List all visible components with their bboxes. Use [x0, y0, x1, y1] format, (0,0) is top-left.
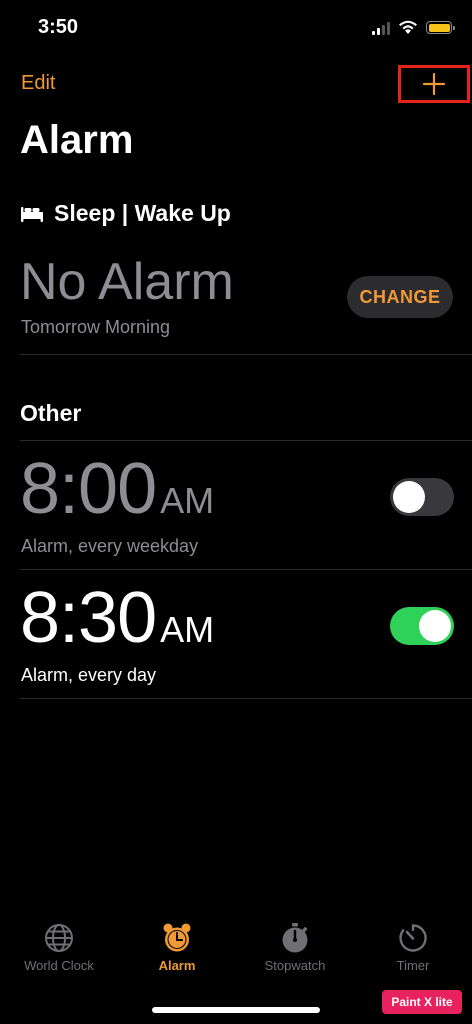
divider — [20, 569, 472, 570]
alarm-time-digits: 8:00 — [20, 449, 157, 529]
other-section-title: Other — [20, 400, 82, 426]
tab-stopwatch[interactable]: Stopwatch — [236, 922, 354, 992]
tab-alarm[interactable]: Alarm — [118, 922, 236, 992]
home-indicator[interactable] — [152, 1007, 320, 1013]
alarm-row[interactable]: 8:00 AM Alarm, every weekday — [0, 442, 472, 570]
divider — [20, 698, 472, 699]
alarm-time-digits: 8:30 — [20, 578, 157, 658]
tab-label: Timer — [396, 958, 430, 973]
sleep-alarm-subtitle: Tomorrow Morning — [21, 317, 171, 337]
sleep-section-title: Sleep | Wake Up — [54, 200, 231, 226]
tab-label: Stopwatch — [264, 958, 326, 973]
alarm-time: 8:30 AM — [20, 577, 214, 659]
divider — [20, 440, 472, 441]
alarm-clock-icon — [163, 923, 191, 952]
globe-icon — [45, 924, 73, 952]
status-bar: 3:50 — [0, 0, 472, 60]
alarm-row[interactable]: 8:30 AM Alarm, every day — [0, 571, 472, 699]
status-time: 3:50 — [38, 16, 79, 38]
divider — [20, 354, 472, 355]
sleep-section-header: Sleep | Wake Up — [20, 200, 231, 227]
alarm-label: Alarm, every weekday — [21, 536, 199, 556]
tab-world-clock[interactable]: World Clock — [0, 922, 118, 992]
edit-button[interactable]: Edit — [21, 72, 55, 95]
tab-timer[interactable]: Timer — [354, 922, 472, 992]
toggle-knob — [419, 610, 451, 642]
alarm-time-ampm: AM — [160, 480, 215, 521]
watermark-badge: Paint X lite — [382, 990, 462, 1014]
tab-label: Alarm — [158, 958, 196, 973]
add-alarm-button[interactable] — [398, 65, 470, 103]
tab-bar: World Clock Alarm Stopwatch Timer — [0, 922, 472, 992]
sleep-alarm-time[interactable]: No Alarm — [20, 252, 234, 312]
alarm-time-ampm: AM — [160, 609, 215, 650]
timer-icon — [399, 924, 427, 952]
alarm-time: 8:00 AM — [20, 448, 214, 530]
wifi-icon — [399, 20, 417, 34]
alarm-label: Alarm, every day — [21, 665, 157, 685]
plus-icon — [422, 72, 446, 96]
stopwatch-icon — [282, 923, 308, 953]
alarm-toggle[interactable] — [390, 478, 454, 516]
tab-label: World Clock — [24, 958, 94, 973]
bed-icon — [21, 206, 43, 222]
page-title: Alarm — [20, 118, 134, 162]
status-icons — [372, 20, 455, 35]
change-button[interactable]: CHANGE — [347, 276, 453, 318]
battery-icon — [426, 21, 455, 34]
alarm-toggle[interactable] — [390, 607, 454, 645]
signal-icon — [372, 21, 390, 35]
toggle-knob — [393, 481, 425, 513]
